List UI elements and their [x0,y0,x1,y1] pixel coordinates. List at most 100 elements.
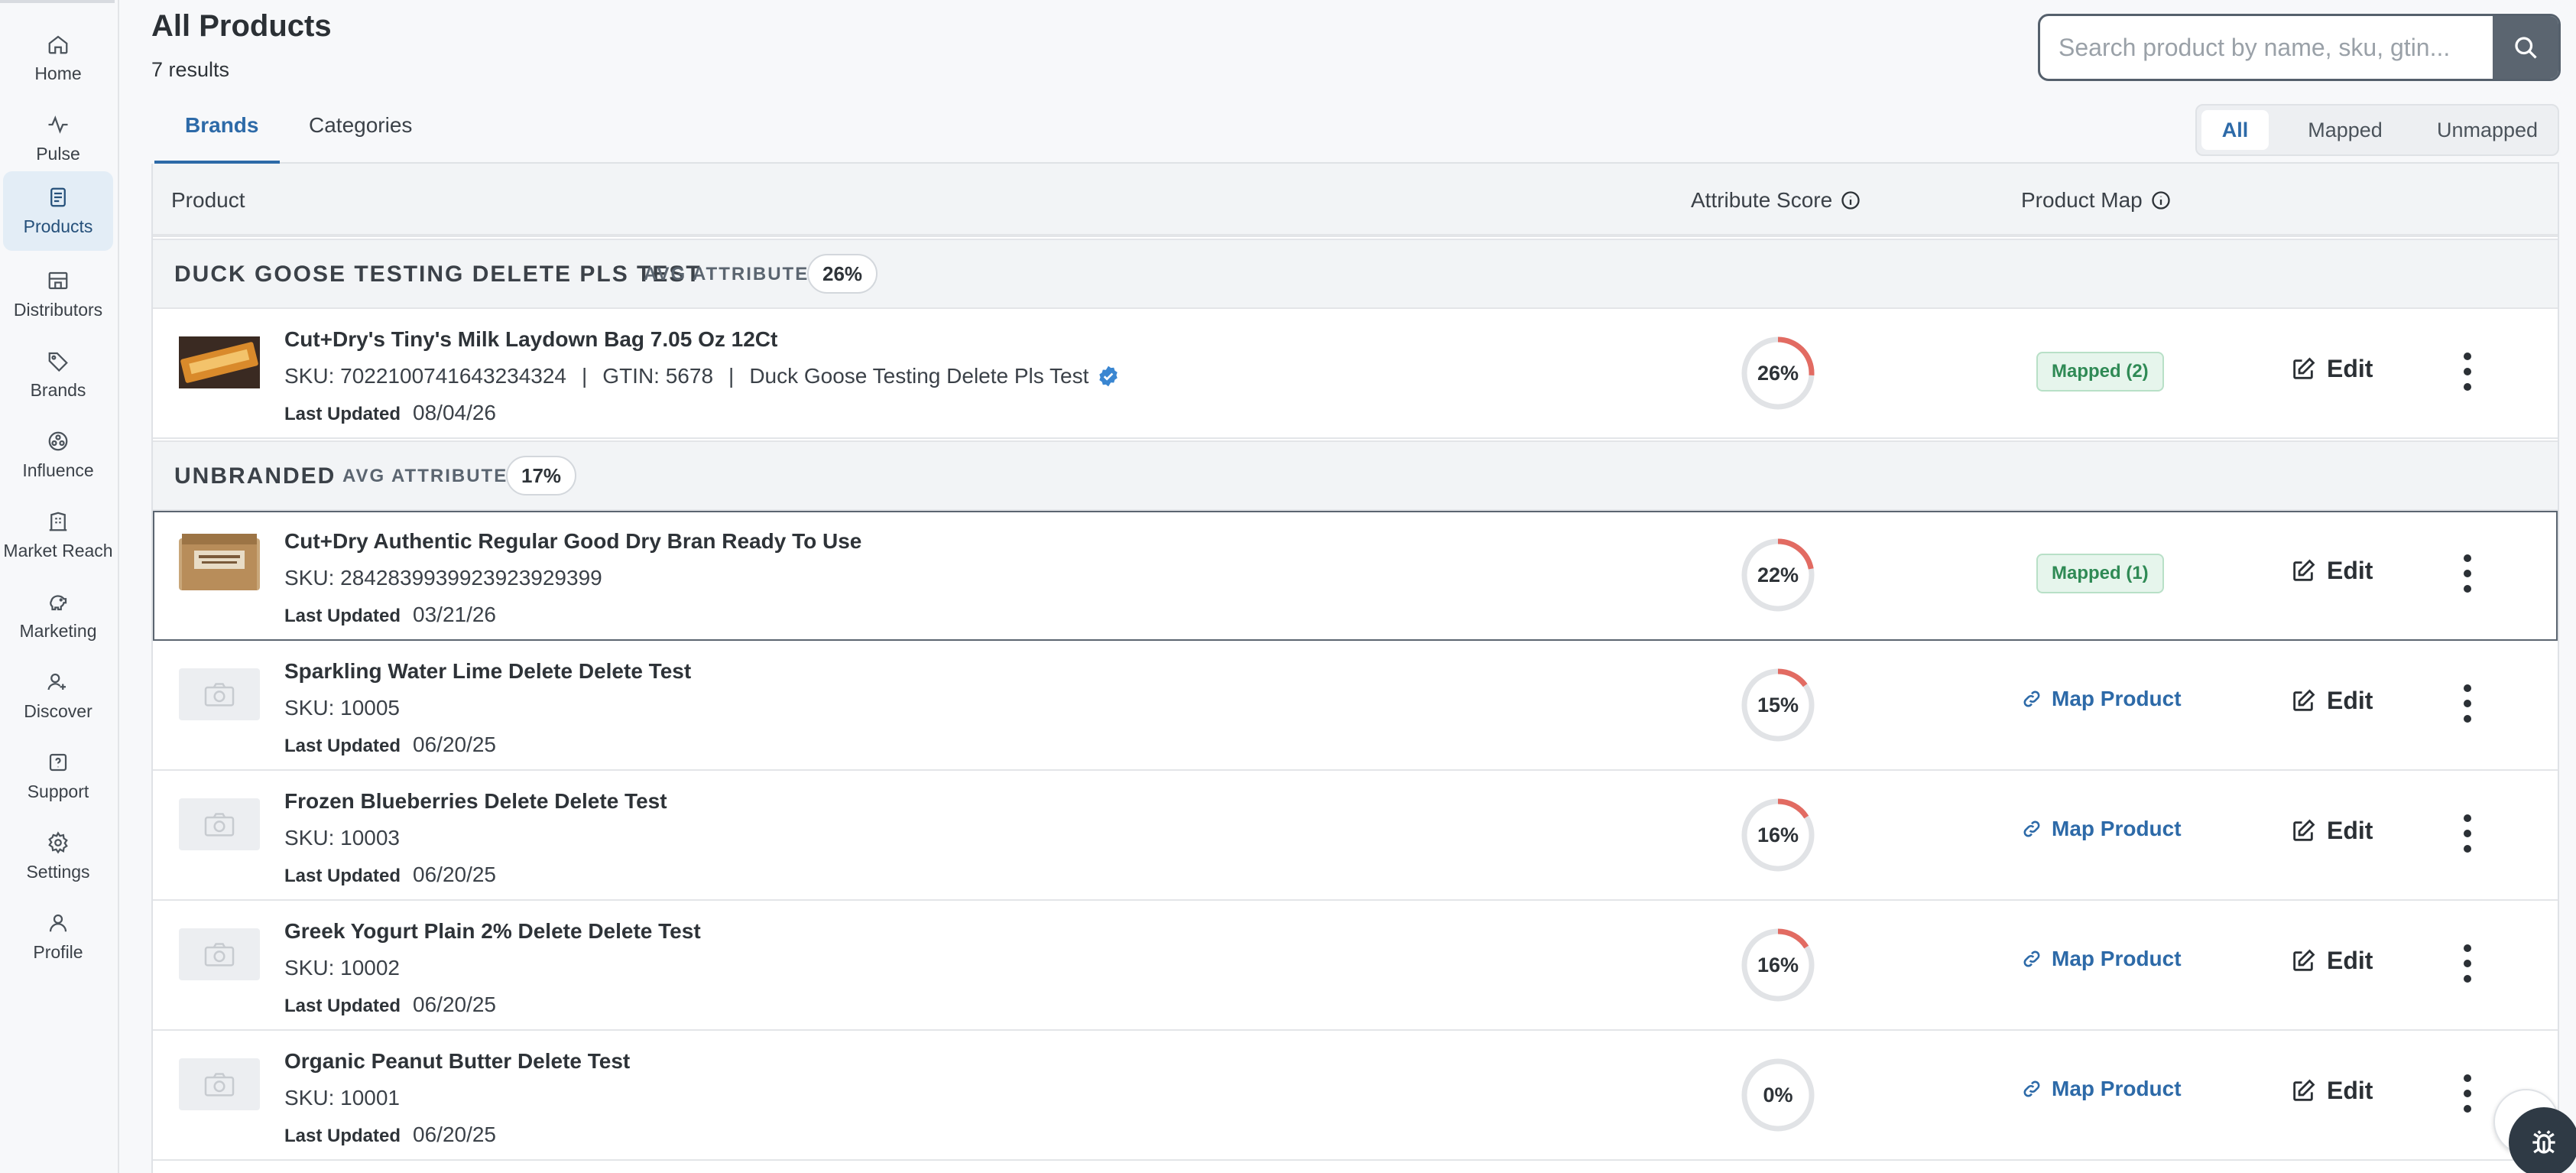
more-options-icon[interactable] [2458,679,2477,728]
edit-button[interactable]: Edit [2290,947,2373,975]
map-product-link[interactable]: Map Product [2021,817,2182,841]
more-options-icon[interactable] [2458,549,2477,598]
product-thumbnail [179,336,260,388]
sidebar-item-label: Discover [24,700,92,721]
sidebar-item-support[interactable]: Support [3,736,113,816]
mapped-badge[interactable]: Mapped (1) [2036,554,2164,593]
product-name[interactable]: Cut+Dry Authentic Regular Good Dry Bran … [284,529,861,554]
sidebar-item-pulse[interactable]: Pulse [3,99,113,178]
market-reach-icon [49,512,67,531]
product-sku: SKU: 10003 [284,826,400,850]
search-button[interactable] [2493,16,2558,79]
last-updated: Last Updated 03/21/26 [284,603,496,627]
sidebar-item-settings[interactable]: Settings [3,817,113,896]
edit-label: Edit [2327,1077,2373,1104]
last-updated-value: 06/20/25 [413,733,497,756]
sidebar-item-home[interactable]: Home [3,18,113,98]
edit-button[interactable]: Edit [2290,817,2373,845]
last-updated-value: 03/21/26 [413,603,497,626]
sidebar-item-discover[interactable]: Discover [3,656,113,736]
map-filter-segmented: All Mapped Unmapped [2195,104,2559,156]
page-title: All Products [151,9,332,43]
product-name[interactable]: Greek Yogurt Plain 2% Delete Delete Test [284,919,701,944]
link-icon [2023,950,2040,967]
last-updated: Last Updated 08/04/26 [284,401,496,425]
sidebar-item-label: Influence [22,460,94,480]
table-row[interactable]: Cut+Dry's Tiny's Milk Laydown Bag 7.05 O… [153,309,2558,439]
products-table: Product Attribute Score Product Map DUCK… [151,164,2559,1173]
edit-icon [2293,949,2315,971]
info-icon[interactable] [2150,190,2172,211]
column-header-attribute-score: Attribute Score [1691,188,1861,213]
table-row[interactable]: Cut+Dry Authentic Regular Good Dry Bran … [153,511,2558,641]
column-header-product: Product [171,188,245,213]
edit-label: Edit [2327,557,2373,584]
more-options-icon[interactable] [2458,1069,2477,1118]
results-count: 7 results [151,58,230,81]
search-icon [2515,37,2537,59]
map-product-link[interactable]: Map Product [2021,1077,2182,1101]
sidebar-item-marketing[interactable]: Marketing [3,576,113,655]
attribute-score-ring: 26% [1740,335,1816,411]
product-name[interactable]: Frozen Blueberries Delete Delete Test [284,789,667,814]
product-name[interactable]: Cut+Dry's Tiny's Milk Laydown Bag 7.05 O… [284,327,777,352]
edit-button[interactable]: Edit [2290,557,2373,585]
verified-badge-icon [1099,366,1118,387]
more-options-icon[interactable] [2458,809,2477,858]
table-row[interactable]: Greek Yogurt Plain 2% Delete Delete Test… [153,901,2558,1031]
camera-placeholder-icon [204,943,235,967]
product-meta: SKU: 10005 [284,696,400,720]
map-product-link[interactable]: Map Product [2021,947,2182,971]
sidebar-item-brands[interactable]: Brands [3,335,113,414]
edit-button[interactable]: Edit [2290,355,2373,383]
filter-mapped[interactable]: Mapped [2282,110,2408,150]
last-updated-value: 06/20/25 [413,993,497,1016]
sidebar-item-distributors[interactable]: Distributors [3,255,113,334]
attribute-score-ring: 15% [1740,667,1816,743]
column-label: Product [171,188,245,212]
sidebar-item-influence[interactable]: Influence [3,415,113,495]
column-label: Attribute Score [1691,188,1833,212]
edit-icon [2293,559,2315,581]
camera-placeholder-icon [204,813,235,837]
sidebar-item-label: Settings [26,861,90,882]
product-meta: SKU: 10002 [284,956,400,980]
sidebar-item-label: Profile [33,941,83,962]
link-icon [2023,820,2040,837]
edit-label: Edit [2327,947,2373,974]
camera-placeholder-icon [204,1073,235,1097]
sidebar-item-profile[interactable]: Profile [3,897,113,976]
edit-button[interactable]: Edit [2290,1077,2373,1105]
product-meta: SKU: 2842839939923923929399 [284,566,602,590]
more-options-icon[interactable] [2458,939,2477,988]
mapped-badge[interactable]: Mapped (2) [2036,352,2164,392]
edit-icon [2293,357,2315,379]
report-bug-button[interactable] [2509,1107,2576,1173]
product-thumbnail [179,668,260,720]
product-sku: SKU: 2842839939923923929399 [284,566,602,590]
table-row[interactable]: Sparkling Water Lime Delete Delete Test … [153,641,2558,771]
more-options-icon[interactable] [2458,347,2477,396]
pulse-icon [48,115,68,134]
last-updated-value: 06/20/25 [413,1123,497,1146]
table-row[interactable]: Organic Peanut Butter Delete Test SKU: 1… [153,1031,2558,1161]
table-row[interactable]: Frozen Blueberries Delete Delete Test SK… [153,771,2558,901]
sidebar-item-products[interactable]: Products [3,171,113,251]
tab-categories[interactable]: Categories [309,113,412,138]
info-icon[interactable] [1840,190,1861,211]
last-updated-label: Last Updated [284,996,401,1016]
sidebar-item-market-reach[interactable]: Market Reach [3,496,113,575]
map-product-link[interactable]: Map Product [2021,687,2182,711]
filter-unmapped[interactable]: Unmapped [2419,110,2556,150]
search-input[interactable] [2040,16,2491,79]
tab-brands[interactable]: Brands [185,113,258,138]
filter-all[interactable]: All [2201,110,2269,150]
edit-label: Edit [2327,687,2373,714]
product-name[interactable]: Organic Peanut Butter Delete Test [284,1049,630,1074]
brand-group-header: UNBRANDED AVG ATTRIBUTE 17% [153,440,2558,511]
last-updated-label: Last Updated [284,404,401,424]
edit-button[interactable]: Edit [2290,687,2373,715]
product-name[interactable]: Sparkling Water Lime Delete Delete Test [284,659,691,684]
gear-icon [48,830,68,854]
edit-icon [2293,1079,2315,1101]
